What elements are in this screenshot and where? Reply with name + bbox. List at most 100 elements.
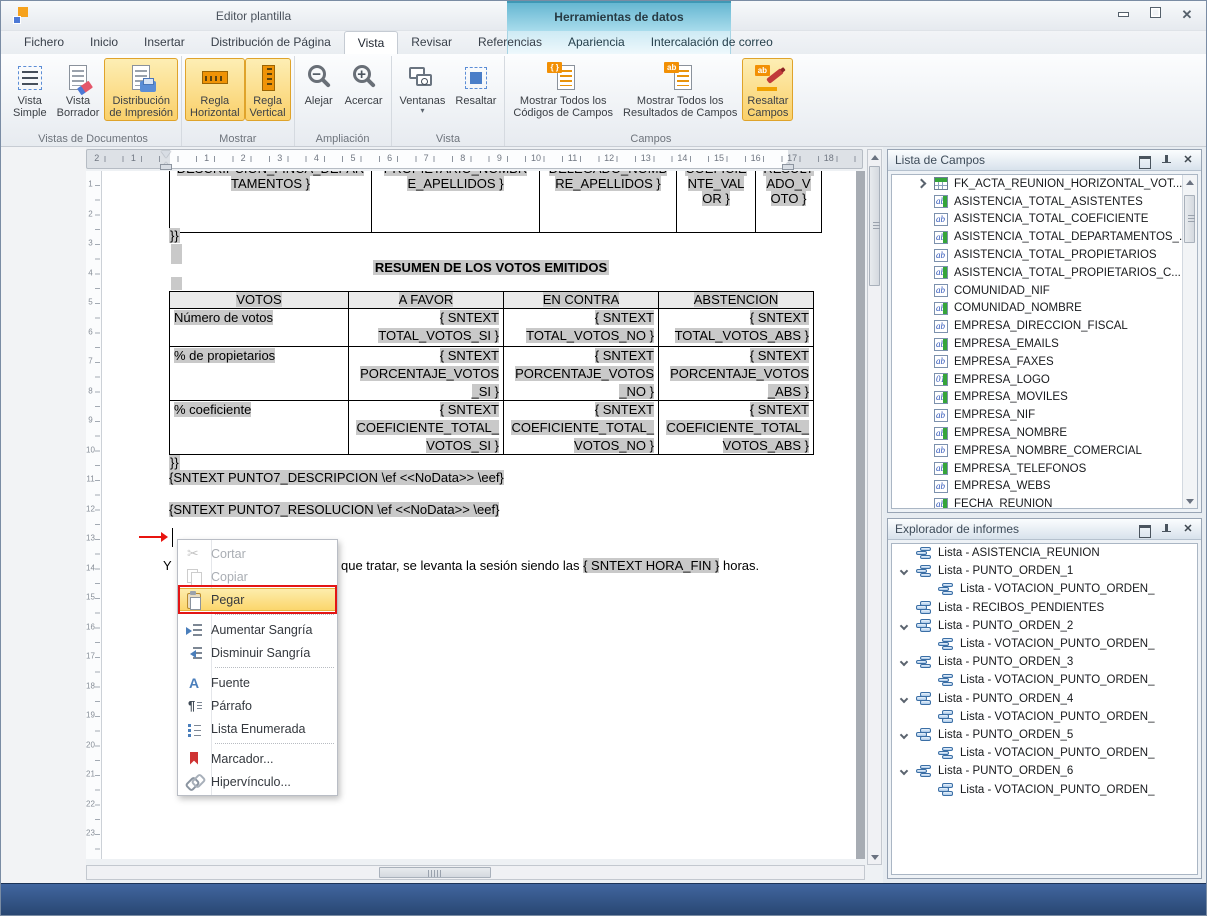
tab-insertar[interactable]: Insertar: [131, 31, 198, 54]
close-panel-icon[interactable]: ✕: [1182, 524, 1194, 535]
field-list-item[interactable]: abEMPRESA_NIF: [892, 406, 1197, 424]
menu-item-marcador[interactable]: Marcador...: [179, 747, 336, 770]
right-indent-marker-base[interactable]: [783, 165, 793, 169]
scroll-down-icon[interactable]: [1183, 495, 1196, 508]
maximize-panel-icon[interactable]: [1138, 524, 1150, 535]
list-band-icon: [916, 601, 932, 614]
alejar-button[interactable]: Alejar: [298, 58, 340, 109]
report-explorer-item[interactable]: Lista - PUNTO_ORDEN_1: [892, 562, 1197, 580]
menu-item-pegar[interactable]: Pegar: [179, 588, 336, 611]
tab-referencias[interactable]: Referencias: [465, 31, 555, 54]
report-explorer-item[interactable]: Lista - VOTACION_PUNTO_ORDEN_: [892, 744, 1197, 762]
regla-horizontal-button[interactable]: Regla Horizontal: [185, 58, 245, 121]
annotation-arrow: [139, 536, 166, 538]
field-list-item[interactable]: abCOMUNIDAD_NOMBRE: [892, 300, 1197, 318]
menu-item-cortar[interactable]: Cortar: [179, 542, 336, 565]
tab-inicio[interactable]: Inicio: [77, 31, 131, 54]
field-list-item[interactable]: 01EMPRESA_LOGO: [892, 371, 1197, 389]
field-list-item[interactable]: abFECHA_REUNION: [892, 495, 1197, 509]
report-explorer-item[interactable]: Lista - VOTACION_PUNTO_ORDEN_: [892, 780, 1197, 798]
report-explorer-item[interactable]: Lista - PUNTO_ORDEN_5: [892, 726, 1197, 744]
horizontal-scroll-thumb[interactable]: [379, 867, 491, 878]
report-explorer-item[interactable]: Lista - PUNTO_ORDEN_2: [892, 617, 1197, 635]
field-list-item[interactable]: abEMPRESA_FAXES: [892, 353, 1197, 371]
tab-vista[interactable]: Vista: [344, 31, 398, 54]
field-list-item[interactable]: abEMPRESA_WEBS: [892, 478, 1197, 496]
field-list-item[interactable]: abEMPRESA_NOMBRE: [892, 424, 1197, 442]
mostrar-resultados-de-campos-button[interactable]: ab Mostrar Todos los Resultados de Campo…: [618, 58, 742, 121]
field-list-item[interactable]: abASISTENCIA_TOTAL_ASISTENTES: [892, 193, 1197, 211]
menu-item-fuente[interactable]: Fuente: [179, 671, 336, 694]
resaltar-campos-button[interactable]: ab Resaltar Campos: [742, 58, 793, 121]
pin-panel-icon[interactable]: [1160, 524, 1172, 535]
pin-panel-icon[interactable]: [1160, 155, 1172, 166]
menu-item-lista-enumerada[interactable]: Lista Enumerada: [179, 717, 336, 740]
field-list-item[interactable]: abEMPRESA_NOMBRE_COMERCIAL: [892, 442, 1197, 460]
tab-apariencia[interactable]: Apariencia: [555, 31, 638, 54]
chevron-down-icon[interactable]: [900, 622, 908, 630]
chevron-right-icon[interactable]: [917, 179, 927, 189]
report-explorer-item[interactable]: Lista - ASISTENCIA_REUNION: [892, 544, 1197, 562]
vertical-scroll-thumb[interactable]: [869, 166, 880, 286]
menu-item-copiar[interactable]: Copiar: [179, 565, 336, 588]
field-list-item[interactable]: abEMPRESA_MOVILES: [892, 389, 1197, 407]
field-list-item[interactable]: abASISTENCIA_TOTAL_DEPARTAMENTOS_...: [892, 228, 1197, 246]
menu-item-label: Fuente: [211, 676, 250, 690]
report-explorer-item[interactable]: Lista - VOTACION_PUNTO_ORDEN_: [892, 580, 1197, 598]
scroll-up-icon[interactable]: [868, 150, 881, 163]
report-explorer-item[interactable]: Lista - PUNTO_ORDEN_4: [892, 690, 1197, 708]
scroll-down-icon[interactable]: [868, 851, 881, 864]
resaltar-button[interactable]: Resaltar: [450, 58, 501, 109]
field-list-item[interactable]: abEMPRESA_DIRECCION_FISCAL: [892, 317, 1197, 335]
field-list-item[interactable]: abASISTENCIA_TOTAL_COEFICIENTE: [892, 211, 1197, 229]
chevron-down-icon[interactable]: [900, 658, 908, 666]
report-explorer-item[interactable]: Lista - VOTACION_PUNTO_ORDEN_: [892, 635, 1197, 653]
votes-detail-table[interactable]: DESCRIPCION_FINCA_DEPARTAMENTOS }PROPIET…: [169, 171, 822, 233]
tab-fichero[interactable]: Fichero: [11, 31, 77, 54]
chevron-down-icon[interactable]: [900, 694, 908, 702]
report-explorer-item[interactable]: Lista - VOTACION_PUNTO_ORDEN_: [892, 671, 1197, 689]
regla-vertical-button[interactable]: Regla Vertical: [245, 58, 291, 121]
report-explorer-item[interactable]: Lista - PUNTO_ORDEN_3: [892, 653, 1197, 671]
mostrar-codigos-de-campos-button[interactable]: { } Mostrar Todos los Códigos de Campos: [508, 58, 618, 121]
scroll-up-icon[interactable]: [1183, 175, 1196, 188]
chevron-down-icon[interactable]: [900, 567, 908, 575]
votes-summary-table[interactable]: VOTOSA FAVOREN CONTRAABSTENCIONNúmero de…: [169, 291, 814, 455]
tab-intercalacion-de-correo[interactable]: Intercalación de correo: [638, 31, 786, 54]
report-explorer-item[interactable]: Lista - PUNTO_ORDEN_6: [892, 762, 1197, 780]
field-list-item[interactable]: abASISTENCIA_TOTAL_PROPIETARIOS: [892, 246, 1197, 264]
report-item-name: Lista - VOTACION_PUNTO_ORDEN_: [960, 747, 1154, 759]
vista-borrador-button[interactable]: Vista Borrador: [52, 58, 105, 121]
ventanas-button[interactable]: Ventanas ▾: [395, 58, 451, 117]
field-list-item[interactable]: FK_ACTA_REUNION_HORIZONTAL_VOT...: [892, 175, 1197, 193]
menu-item-hipervinculo[interactable]: Hipervínculo...: [179, 770, 336, 793]
field-list-item[interactable]: abEMPRESA_EMAILS: [892, 335, 1197, 353]
document-page[interactable]: DESCRIPCION_FINCA_DEPARTAMENTOS }PROPIET…: [102, 171, 856, 859]
menu-item-aumentar-sangria[interactable]: Aumentar Sangría: [179, 618, 336, 641]
document-vertical-scrollbar[interactable]: [867, 149, 882, 865]
restore-button[interactable]: [1146, 7, 1164, 23]
minimize-button[interactable]: [1114, 7, 1132, 23]
close-panel-icon[interactable]: ✕: [1182, 155, 1194, 166]
field-list-item[interactable]: abCOMUNIDAD_NIF: [892, 282, 1197, 300]
left-indent-marker[interactable]: [161, 165, 171, 169]
tab-distribucion-de-pagina[interactable]: Distribución de Página: [198, 31, 344, 54]
document-horizontal-scrollbar[interactable]: [86, 865, 865, 880]
report-explorer-item[interactable]: Lista - VOTACION_PUNTO_ORDEN_: [892, 708, 1197, 726]
maximize-panel-icon[interactable]: [1138, 155, 1150, 166]
acercar-button[interactable]: Acercar: [340, 58, 388, 109]
close-button[interactable]: ✕: [1178, 7, 1196, 23]
field-list-scroll-thumb[interactable]: [1184, 195, 1195, 243]
distribucion-de-impresion-button[interactable]: Distribución de Impresión: [104, 58, 178, 121]
list-band-icon: [938, 747, 954, 760]
menu-item-parrafo[interactable]: Párrafo: [179, 694, 336, 717]
menu-item-disminuir-sangria[interactable]: Disminuir Sangría: [179, 641, 336, 664]
field-list-item[interactable]: abEMPRESA_TELEFONOS: [892, 460, 1197, 478]
field-list-item[interactable]: abASISTENCIA_TOTAL_PROPIETARIOS_C...: [892, 264, 1197, 282]
chevron-down-icon[interactable]: [900, 767, 908, 775]
report-explorer-item[interactable]: Lista - RECIBOS_PENDIENTES: [892, 599, 1197, 617]
field-list-scrollbar[interactable]: [1182, 175, 1197, 508]
tab-revisar[interactable]: Revisar: [398, 31, 465, 54]
vista-simple-button[interactable]: Vista Simple: [8, 58, 52, 121]
chevron-down-icon[interactable]: [900, 731, 908, 739]
